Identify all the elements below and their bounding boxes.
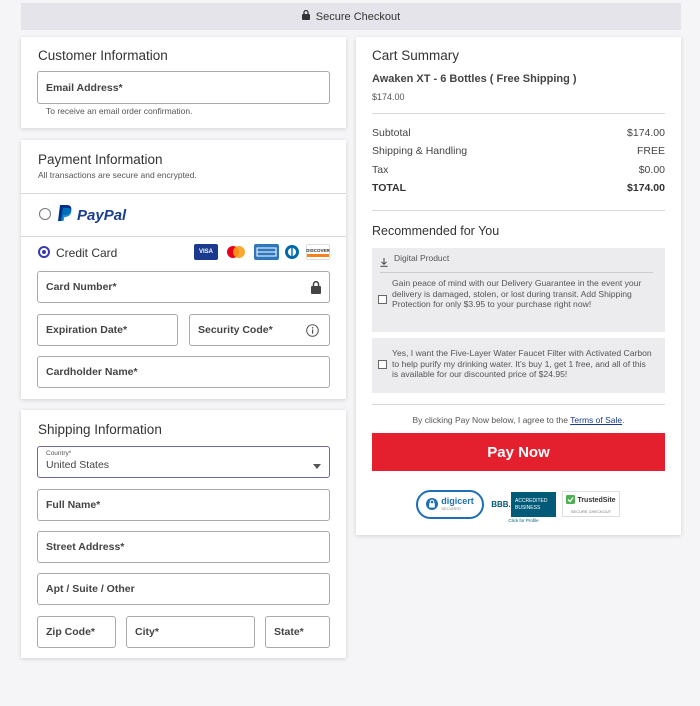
customer-info-title: Customer Information xyxy=(38,48,168,63)
tax-label: Tax xyxy=(372,164,389,176)
payment-info-title: Payment Information xyxy=(38,152,163,167)
secure-checkout-bar: Secure Checkout xyxy=(21,3,681,30)
shipping-protection-text: Gain peace of mind with our Delivery Gua… xyxy=(392,278,642,309)
bbb-accredited: ACCREDITED xyxy=(515,497,548,504)
full-name-field[interactable]: Full Name* xyxy=(37,489,330,521)
tax-row: Tax $0.00 xyxy=(372,164,665,176)
digicert-lock-icon xyxy=(426,497,439,513)
tax-value: $0.00 xyxy=(638,164,665,176)
product-name: Awaken XT - 6 Bottles ( Free Shipping ) xyxy=(372,73,577,85)
expiration-date-field[interactable]: Expiration Date* xyxy=(37,314,178,346)
zip-code-field[interactable]: Zip Code* xyxy=(37,616,116,648)
total-row: TOTAL $174.00 xyxy=(372,182,665,194)
terms-text: By clicking Pay Now below, I agree to th… xyxy=(412,415,625,425)
shipping-protection-offer: Digital Product Gain peace of mind with … xyxy=(372,248,665,332)
payment-divider-1 xyxy=(21,193,346,194)
street-address-field[interactable]: Street Address* xyxy=(37,531,330,563)
digicert-sub: SECURED xyxy=(441,505,461,511)
expiration-date-label: Expiration Date* xyxy=(46,324,128,336)
shipping-row: Shipping & Handling FREE xyxy=(372,145,665,157)
cardholder-name-label: Cardholder Name* xyxy=(46,366,138,378)
amex-icon xyxy=(254,244,279,260)
cardholder-name-field[interactable]: Cardholder Name* xyxy=(37,356,330,388)
city-label: City* xyxy=(135,626,159,638)
pay-now-button[interactable]: Pay Now xyxy=(372,433,665,471)
diners-club-icon xyxy=(282,244,302,260)
water-filter-offer: Yes, I want the Five-Layer Water Faucet … xyxy=(372,338,665,393)
lock-icon xyxy=(311,280,321,297)
apt-suite-field[interactable]: Apt / Suite / Other xyxy=(37,573,330,605)
lock-icon xyxy=(301,9,310,23)
email-field-label: Email Address* xyxy=(46,81,123,94)
cart-divider-1 xyxy=(372,113,665,114)
apt-suite-label: Apt / Suite / Other xyxy=(46,583,135,595)
bbb-business: BUSINESS xyxy=(515,504,541,511)
street-address-label: Street Address* xyxy=(46,541,125,553)
digital-product-label: Digital Product xyxy=(394,253,450,263)
trustedsite-label: TrustedSite xyxy=(577,496,616,504)
check-icon xyxy=(566,494,576,506)
terms-of-sale-link[interactable]: Terms of Sale xyxy=(570,415,622,425)
cart-divider-2 xyxy=(372,210,665,211)
payment-divider-2 xyxy=(21,236,346,237)
subtotal-label: Subtotal xyxy=(372,127,411,139)
digicert-label: digicert xyxy=(441,495,474,506)
info-icon[interactable] xyxy=(306,324,319,340)
payment-info-card: Payment Information All transactions are… xyxy=(21,140,346,399)
digicert-seal[interactable]: digicert SECURED xyxy=(416,490,484,519)
bbb-seal[interactable]: BBB. ACCREDITED BUSINESS Click for Profi… xyxy=(491,491,556,524)
trustedsite-sub: SECURE CHECKOUT xyxy=(570,508,612,514)
paypal-radio[interactable] xyxy=(39,208,51,220)
state-label: State* xyxy=(274,626,304,638)
subtotal-value: $174.00 xyxy=(627,127,665,139)
mastercard-icon xyxy=(224,244,248,260)
water-filter-text: Yes, I want the Five-Layer Water Faucet … xyxy=(392,348,652,379)
water-filter-checkbox[interactable] xyxy=(378,360,387,369)
customer-info-card: Customer Information Email Address* To r… xyxy=(21,37,346,128)
shipping-info-title: Shipping Information xyxy=(38,422,162,437)
cart-divider-3 xyxy=(372,404,665,405)
paypal-label: PayPal xyxy=(77,207,127,224)
subtotal-row: Subtotal $174.00 xyxy=(372,127,665,139)
full-name-label: Full Name* xyxy=(46,499,101,511)
download-icon xyxy=(380,254,388,272)
zip-code-label: Zip Code* xyxy=(46,626,95,638)
discover-icon: DISCOVER xyxy=(306,244,330,260)
state-field[interactable]: State* xyxy=(265,616,330,648)
city-field[interactable]: City* xyxy=(126,616,255,648)
payment-info-subtitle: All transactions are secure and encrypte… xyxy=(38,170,197,180)
card-number-field[interactable]: Card Number* xyxy=(37,271,330,303)
security-code-field[interactable]: Security Code* xyxy=(189,314,330,346)
recommended-title: Recommended for You xyxy=(372,224,500,238)
trustedsite-seal[interactable]: TrustedSite SECURE CHECKOUT xyxy=(562,491,620,517)
shipping-info-card: Shipping Information Country* United Sta… xyxy=(21,410,346,658)
visa-icon: VISA xyxy=(194,244,218,260)
bbb-logo: BBB. xyxy=(491,492,511,517)
paypal-option[interactable]: PayPal xyxy=(57,204,126,227)
paypal-icon xyxy=(57,204,73,227)
security-code-label: Security Code* xyxy=(198,324,273,336)
total-value: $174.00 xyxy=(627,182,665,194)
offer-divider xyxy=(380,272,653,273)
bbb-click-profile: Click for Profile xyxy=(508,518,539,523)
product-price: $174.00 xyxy=(372,92,405,102)
total-label: TOTAL xyxy=(372,182,407,194)
country-value: United States xyxy=(46,459,110,471)
shipping-value: FREE xyxy=(636,145,665,157)
cart-summary-title: Cart Summary xyxy=(372,48,460,63)
shipping-protection-checkbox[interactable] xyxy=(378,295,387,304)
credit-card-label[interactable]: Credit Card xyxy=(56,246,117,260)
country-label: Country* xyxy=(46,450,72,457)
secure-checkout-label: Secure Checkout xyxy=(315,10,401,23)
caret-down-icon xyxy=(313,460,321,472)
email-field[interactable]: Email Address* xyxy=(37,71,330,104)
card-number-label: Card Number* xyxy=(46,281,117,293)
shipping-label: Shipping & Handling xyxy=(372,145,468,157)
credit-card-radio[interactable] xyxy=(38,246,50,258)
country-select[interactable]: Country* United States xyxy=(37,446,330,478)
email-hint: To receive an email order confirmation. xyxy=(46,106,193,116)
